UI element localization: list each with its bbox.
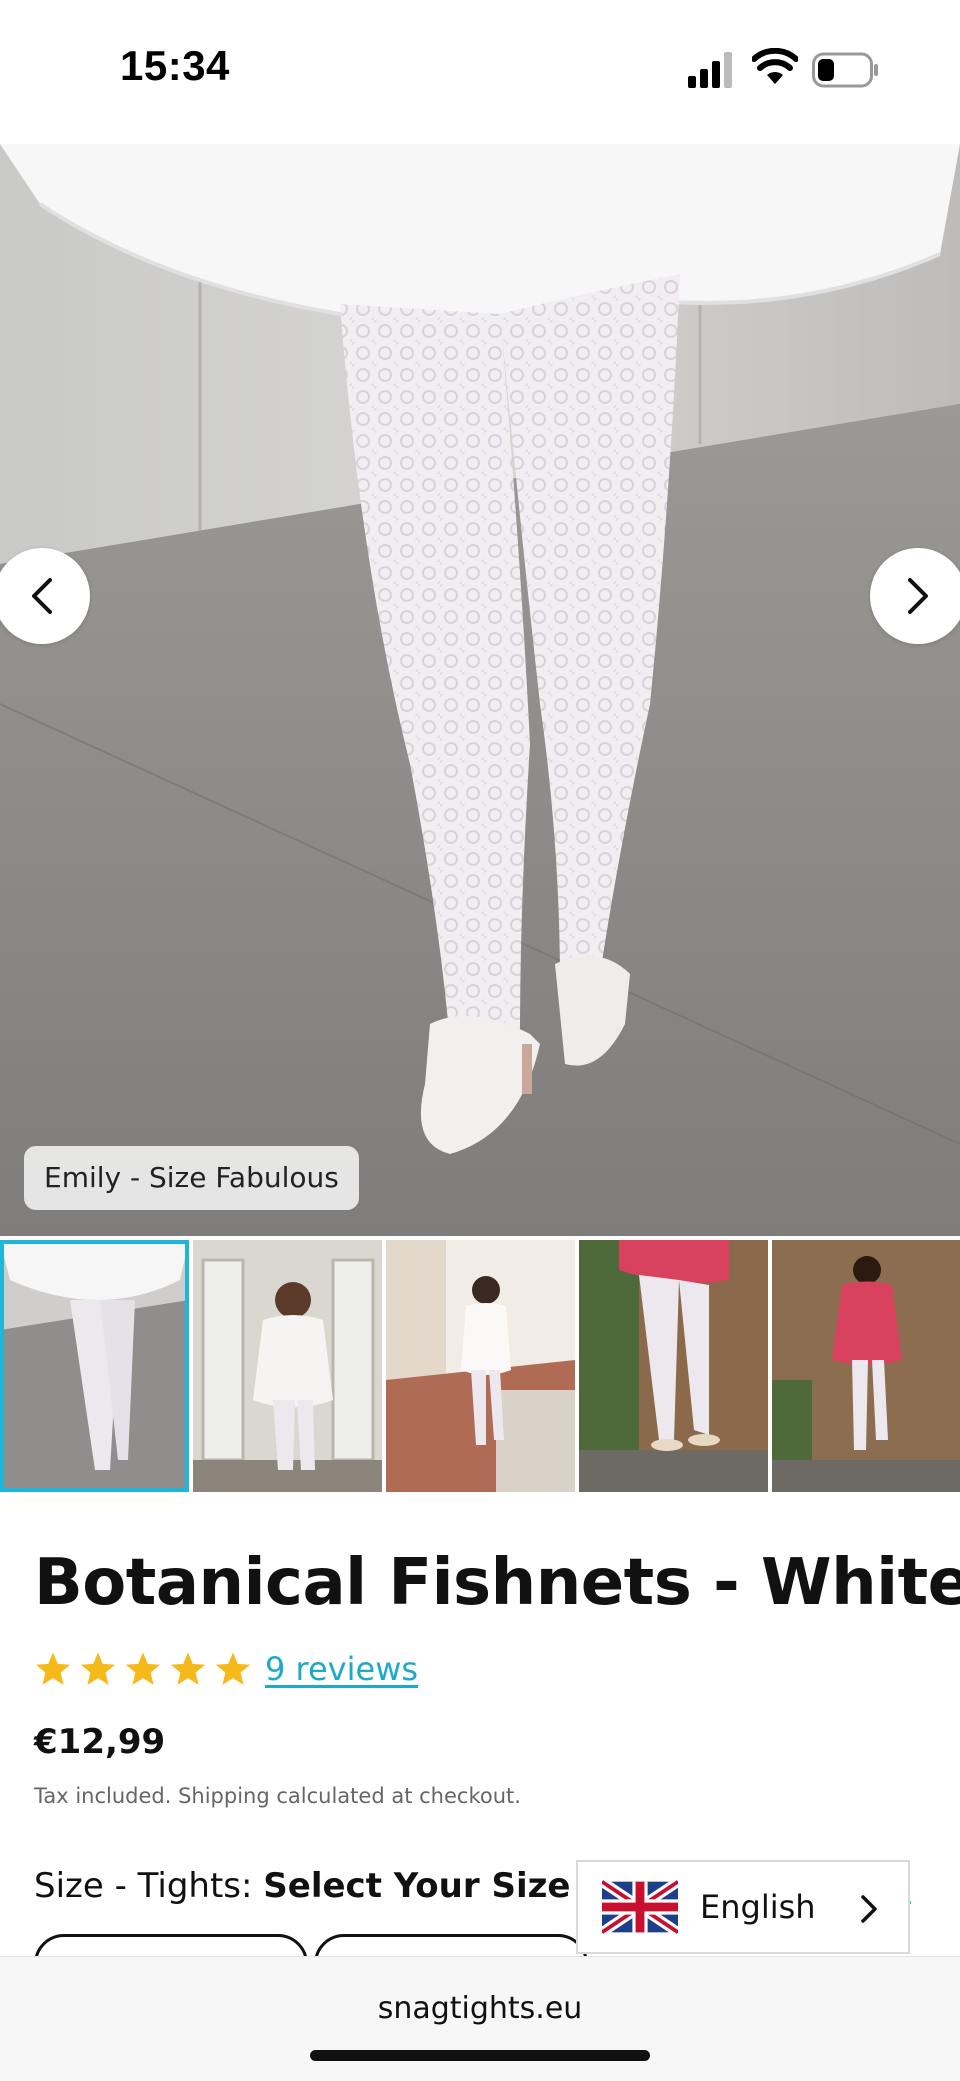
language-selector[interactable]: English	[576, 1860, 910, 1954]
chevron-right-icon	[908, 578, 928, 614]
star-icon	[35, 1652, 71, 1685]
star-icon	[170, 1652, 206, 1685]
thumbnail-strip	[0, 1240, 960, 1492]
thumbnail-3[interactable]	[386, 1240, 575, 1492]
thumbnail-image	[386, 1240, 575, 1492]
home-indicator[interactable]	[310, 2050, 650, 2061]
thumbnail-5[interactable]	[772, 1240, 960, 1492]
model-size-caption: Emily - Size Fabulous	[24, 1146, 359, 1210]
product-rating: 9 reviews	[34, 1650, 418, 1688]
thumbnail-image	[579, 1240, 768, 1492]
chevron-right-icon	[861, 1895, 877, 1923]
star-icon	[125, 1652, 161, 1685]
thumbnail-image	[0, 1240, 189, 1492]
chevron-left-icon	[32, 578, 52, 614]
uk-flag-icon	[602, 1879, 678, 1935]
status-bar: 15:34	[0, 0, 960, 144]
cellular-signal-icon	[688, 52, 732, 88]
size-label-prefix: Size - Tights:	[34, 1866, 264, 1906]
product-image-main[interactable]: Emily - Size Fabulous	[0, 144, 960, 1236]
product-price: €12,99	[34, 1722, 166, 1762]
battery-icon	[812, 52, 878, 88]
size-label-value: Select Your Size	[263, 1866, 571, 1906]
star-icon	[80, 1652, 116, 1685]
tax-shipping-note: Tax included. Shipping calculated at che…	[34, 1784, 521, 1808]
thumbnail-4[interactable]	[579, 1240, 768, 1492]
thumbnail-image	[772, 1240, 960, 1492]
status-time: 15:34	[120, 42, 230, 89]
thumbnail-1[interactable]	[0, 1240, 189, 1492]
browser-address-bar[interactable]: snagtights.eu	[0, 1956, 960, 2081]
wifi-icon	[752, 48, 798, 84]
star-icon	[215, 1652, 251, 1685]
product-title: Botanical Fishnets - White	[34, 1546, 960, 1620]
reviews-link[interactable]: 9 reviews	[265, 1650, 418, 1688]
next-image-button[interactable]	[870, 548, 960, 644]
thumbnail-image	[193, 1240, 382, 1492]
thumbnail-2[interactable]	[193, 1240, 382, 1492]
product-photo	[0, 144, 960, 1236]
size-selector-label: Size - Tights: Select Your Size	[34, 1866, 570, 1906]
url-text[interactable]: snagtights.eu	[0, 1991, 960, 2026]
language-label: English	[700, 1888, 816, 1926]
